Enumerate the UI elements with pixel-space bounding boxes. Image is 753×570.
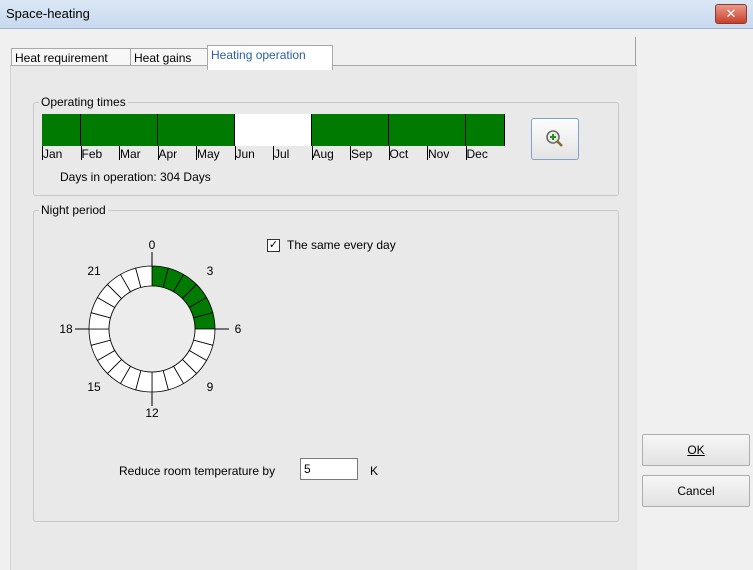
same-every-day-label: The same every day [287, 238, 396, 252]
same-every-day-checkbox[interactable]: ✓ [267, 239, 280, 252]
hour-label-12: 12 [145, 406, 159, 420]
month-aug[interactable]: Aug [311, 114, 351, 161]
check-icon: ✓ [268, 239, 279, 251]
month-mar[interactable]: Mar [119, 114, 158, 161]
month-fill [350, 114, 388, 146]
month-label: Feb [81, 147, 103, 161]
hour-label-21: 21 [87, 264, 101, 278]
month-label: Jan [43, 147, 63, 161]
tab-page-heating-operation: Operating times Jan Feb Mar Apr May Jun Jul Aug… [10, 65, 637, 570]
close-button[interactable]: ✕ [715, 4, 747, 24]
month-oct[interactable]: Oct [388, 114, 428, 161]
hour-label-0: 0 [149, 238, 156, 252]
month-label: Oct [389, 147, 409, 161]
month-jun[interactable]: Jun [234, 114, 274, 161]
month-label: May [197, 147, 220, 161]
month-label: Sep [351, 147, 373, 161]
month-fill [42, 114, 80, 146]
ok-button[interactable]: OK [642, 434, 750, 466]
month-fill [465, 114, 504, 146]
month-label: Nov [428, 147, 450, 161]
month-may[interactable]: May [196, 114, 235, 161]
operating-times-label: Operating times [39, 95, 128, 109]
tab-heating-operation[interactable]: Heating operation [207, 45, 333, 70]
month-jul[interactable]: Jul [273, 114, 312, 161]
month-label: Dec [466, 147, 488, 161]
temperature-unit: K [370, 464, 379, 478]
month-fill [388, 114, 427, 146]
month-fill [196, 114, 234, 146]
month-fill [234, 114, 273, 146]
month-nov[interactable]: Nov [427, 114, 466, 161]
title-bar: Space-heating ✕ [0, 0, 753, 29]
zoom-button[interactable] [531, 118, 579, 160]
night-period-clock[interactable]: 0 3 6 9 12 15 18 21 [52, 229, 252, 429]
cancel-button[interactable]: Cancel [642, 475, 750, 507]
month-fill [157, 114, 196, 146]
month-fill [273, 114, 311, 146]
hour-label-15: 15 [87, 380, 101, 394]
hour-label-18: 18 [59, 322, 73, 336]
month-label: Mar [120, 147, 141, 161]
operating-times-group: Operating times Jan Feb Mar Apr May Jun Jul Aug… [33, 95, 619, 196]
reduce-temperature-label: Reduce room temperature by [119, 464, 276, 478]
month-fill [80, 114, 119, 146]
clock-center [108, 285, 196, 373]
month-dec[interactable]: Dec [465, 114, 505, 161]
month-fill [311, 114, 350, 146]
month-bar: Jan Feb Mar Apr May Jun Jul Aug Sep Oct Nov Dec [42, 114, 505, 164]
hour-label-9: 9 [207, 380, 214, 394]
hour-label-6: 6 [235, 322, 242, 336]
month-apr[interactable]: Apr [157, 114, 197, 161]
ok-button-label: OK [687, 443, 705, 457]
dialog-client: Heat requirement Heat gains Heating oper… [2, 29, 751, 570]
close-icon: ✕ [725, 6, 737, 21]
zoom-in-icon [546, 130, 563, 147]
month-label: Aug [312, 147, 334, 161]
month-label: Jun [235, 147, 255, 161]
hour-label-3: 3 [207, 264, 214, 278]
month-label: Apr [158, 147, 178, 161]
month-fill [119, 114, 157, 146]
night-period-group: Night period 0 3 6 9 12 15 18 21 ✓ The same eve… [33, 203, 619, 522]
month-fill [427, 114, 465, 146]
month-label: Jul [274, 147, 290, 161]
days-in-operation: Days in operation: 304 Days [60, 170, 211, 184]
window-title: Space-heating [6, 6, 90, 21]
cancel-button-label: Cancel [677, 484, 715, 498]
month-jan[interactable]: Jan [42, 114, 81, 161]
reduce-temperature-input[interactable] [300, 458, 358, 480]
month-feb[interactable]: Feb [80, 114, 120, 161]
night-period-label: Night period [39, 203, 108, 217]
month-sep[interactable]: Sep [350, 114, 389, 161]
